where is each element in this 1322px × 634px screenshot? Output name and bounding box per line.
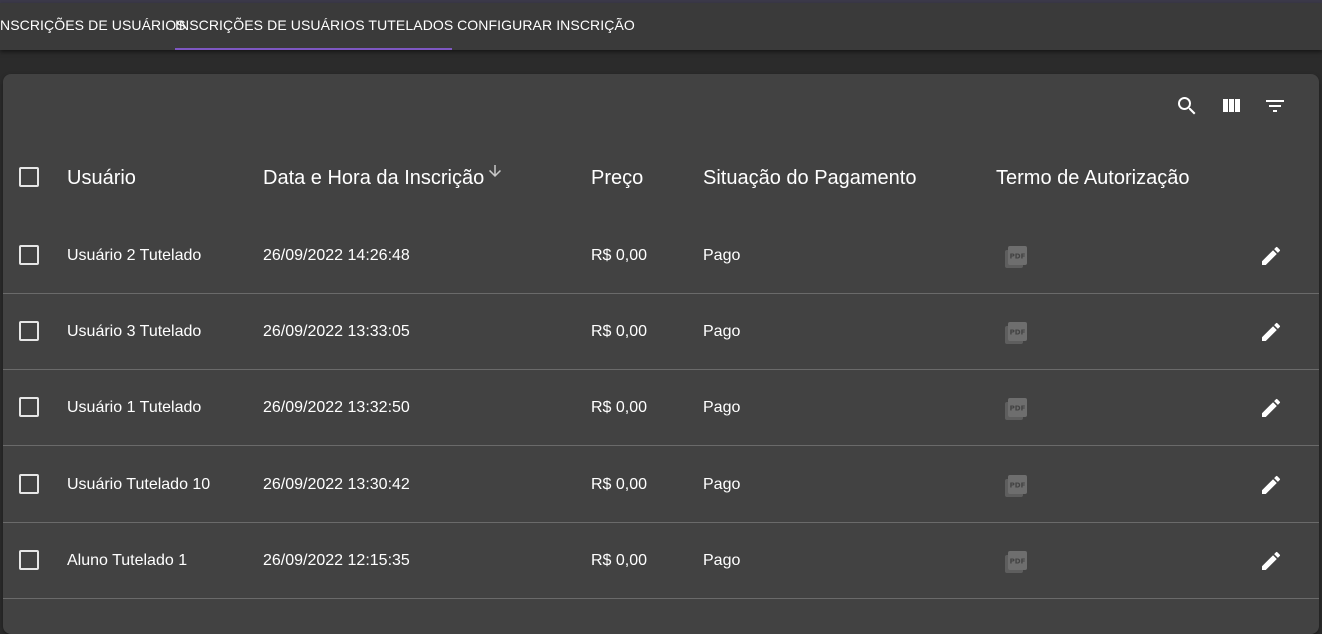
tab-bar: INSCRIÇÕES DE USUÁRIOS INSCRIÇÕES DE USU… bbox=[0, 3, 1322, 50]
search-icon[interactable] bbox=[1175, 94, 1199, 118]
pdf-icon[interactable]: PDF bbox=[1003, 396, 1029, 422]
column-header-usuario[interactable]: Usuário bbox=[67, 166, 136, 190]
tab-inscricoes-tutelados[interactable]: INSCRIÇÕES DE USUÁRIOS TUTELADOS bbox=[175, 3, 454, 50]
view-column-icon[interactable] bbox=[1219, 94, 1243, 118]
svg-text:PDF: PDF bbox=[1010, 558, 1026, 566]
svg-text:PDF: PDF bbox=[1010, 482, 1026, 490]
edit-icon[interactable] bbox=[1259, 549, 1283, 573]
cell-preco: R$ 0,00 bbox=[591, 476, 648, 493]
tab-label: INSCRIÇÕES DE USUÁRIOS TUTELADOS bbox=[175, 17, 454, 33]
pdf-icon[interactable]: PDF bbox=[1003, 549, 1029, 575]
column-header-preco[interactable]: Preço bbox=[591, 166, 643, 190]
row-divider bbox=[3, 598, 1319, 599]
cell-situacao: Pago bbox=[703, 399, 741, 416]
sort-descending-icon[interactable] bbox=[486, 162, 504, 180]
select-all-checkbox[interactable] bbox=[19, 167, 39, 187]
column-header-termo-autorizacao[interactable]: Termo de Autorização bbox=[996, 166, 1189, 190]
filter-list-icon[interactable] bbox=[1263, 94, 1287, 118]
pdf-icon[interactable]: PDF bbox=[1003, 320, 1029, 346]
cell-usuario: Usuário 1 Tutelado bbox=[67, 399, 202, 416]
edit-icon[interactable] bbox=[1259, 396, 1283, 420]
cell-usuario: Usuário 3 Tutelado bbox=[67, 323, 202, 340]
table-row[interactable]: Usuário 2 Tutelado 26/09/2022 14:26:48 R… bbox=[3, 218, 1319, 294]
cell-situacao: Pago bbox=[703, 476, 741, 493]
svg-text:PDF: PDF bbox=[1010, 253, 1026, 261]
cell-usuario: Usuário Tutelado 10 bbox=[67, 476, 211, 493]
cell-usuario: Usuário 2 Tutelado bbox=[67, 247, 202, 264]
cell-preco: R$ 0,00 bbox=[591, 323, 648, 340]
cell-data-hora: 26/09/2022 13:33:05 bbox=[263, 323, 410, 340]
row-checkbox[interactable] bbox=[19, 474, 39, 494]
cell-situacao: Pago bbox=[703, 323, 741, 340]
edit-icon[interactable] bbox=[1259, 473, 1283, 497]
row-divider bbox=[3, 445, 1319, 446]
row-checkbox[interactable] bbox=[19, 397, 39, 417]
tab-inscricoes-usuarios[interactable]: INSCRIÇÕES DE USUÁRIOS bbox=[0, 3, 186, 50]
pdf-icon[interactable]: PDF bbox=[1003, 473, 1029, 499]
active-tab-indicator bbox=[175, 48, 452, 50]
cell-data-hora: 26/09/2022 13:30:42 bbox=[263, 476, 410, 493]
cell-situacao: Pago bbox=[703, 247, 741, 264]
cell-situacao: Pago bbox=[703, 552, 741, 569]
cell-preco: R$ 0,00 bbox=[591, 247, 648, 264]
cell-data-hora: 26/09/2022 13:32:50 bbox=[263, 399, 410, 416]
row-checkbox[interactable] bbox=[19, 245, 39, 265]
table-row[interactable]: Usuário 3 Tutelado 26/09/2022 13:33:05 R… bbox=[3, 294, 1319, 370]
svg-text:PDF: PDF bbox=[1010, 329, 1026, 337]
column-header-situacao-pagamento[interactable]: Situação do Pagamento bbox=[703, 166, 917, 190]
cell-usuario: Aluno Tutelado 1 bbox=[67, 552, 188, 569]
cell-preco: R$ 0,00 bbox=[591, 399, 648, 416]
column-header-data-hora[interactable]: Data e Hora da Inscrição bbox=[263, 166, 484, 190]
edit-icon[interactable] bbox=[1259, 244, 1283, 268]
cell-data-hora: 26/09/2022 12:15:35 bbox=[263, 552, 410, 569]
tab-label: INSCRIÇÕES DE USUÁRIOS bbox=[0, 17, 186, 33]
cell-data-hora: 26/09/2022 14:26:48 bbox=[263, 247, 410, 264]
edit-icon[interactable] bbox=[1259, 320, 1283, 344]
table-row[interactable]: Aluno Tutelado 1 26/09/2022 12:15:35 R$ … bbox=[3, 523, 1319, 599]
svg-text:PDF: PDF bbox=[1010, 405, 1026, 413]
table-row[interactable]: Usuário 1 Tutelado 26/09/2022 13:32:50 R… bbox=[3, 370, 1319, 446]
row-checkbox[interactable] bbox=[19, 550, 39, 570]
pdf-icon[interactable]: PDF bbox=[1003, 244, 1029, 270]
cell-preco: R$ 0,00 bbox=[591, 552, 648, 569]
table-row[interactable]: Usuário Tutelado 10 26/09/2022 13:30:42 … bbox=[3, 447, 1319, 523]
tab-label: CONFIGURAR INSCRIÇÃO bbox=[457, 17, 635, 33]
tab-configurar-inscricao[interactable]: CONFIGURAR INSCRIÇÃO bbox=[452, 3, 640, 50]
row-checkbox[interactable] bbox=[19, 321, 39, 341]
